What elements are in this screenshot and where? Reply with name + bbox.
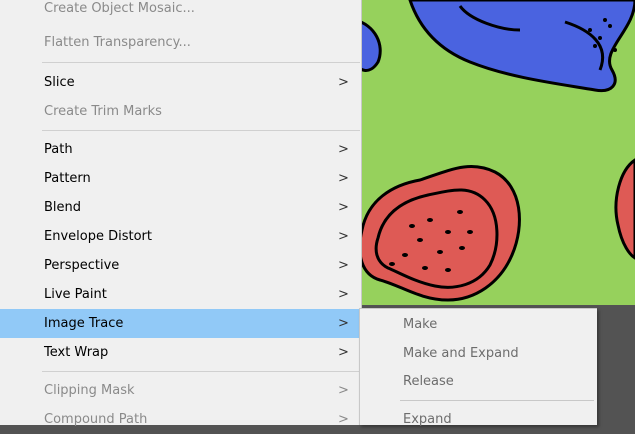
menu-item-label: Image Trace bbox=[44, 316, 124, 331]
menu-item-clipping-mask[interactable]: Clipping Mask > bbox=[0, 376, 361, 405]
chevron-right-icon: > bbox=[338, 287, 349, 302]
menu-item-label: Flatten Transparency... bbox=[44, 35, 191, 50]
menu-item-label: Clipping Mask bbox=[44, 383, 135, 398]
menu-item-label: Text Wrap bbox=[44, 345, 109, 360]
menu-item-label: Envelope Distort bbox=[44, 229, 152, 244]
image-trace-submenu: Make Make and Expand Release Expand bbox=[359, 308, 597, 427]
submenu-item-make[interactable]: Make bbox=[360, 310, 596, 339]
menu-item-text-wrap[interactable]: Text Wrap > bbox=[0, 338, 361, 367]
chevron-right-icon: > bbox=[338, 229, 349, 244]
chevron-right-icon: > bbox=[338, 412, 349, 427]
menu-item-label: Pattern bbox=[44, 171, 91, 186]
menu-item-slice[interactable]: Slice > bbox=[0, 68, 361, 97]
object-menu: Create Object Mosaic... Flatten Transpar… bbox=[0, 0, 362, 427]
submenu-item-label: Make and Expand bbox=[403, 346, 519, 361]
chevron-right-icon: > bbox=[338, 316, 349, 331]
menu-item-create-object-mosaic[interactable]: Create Object Mosaic... bbox=[0, 0, 361, 21]
menu-item-path[interactable]: Path > bbox=[0, 135, 361, 164]
menu-item-pattern[interactable]: Pattern > bbox=[0, 164, 361, 193]
menu-item-label: Slice bbox=[44, 75, 75, 90]
menu-separator bbox=[42, 130, 360, 131]
menu-item-flatten-transparency[interactable]: Flatten Transparency... bbox=[0, 28, 361, 57]
submenu-item-label: Make bbox=[403, 317, 438, 332]
menu-item-label: Live Paint bbox=[44, 287, 107, 302]
menu-item-label: Compound Path bbox=[44, 412, 148, 427]
menu-item-live-paint[interactable]: Live Paint > bbox=[0, 280, 361, 309]
submenu-separator bbox=[400, 400, 594, 401]
menu-item-label: Create Object Mosaic... bbox=[44, 1, 195, 16]
chevron-right-icon: > bbox=[338, 200, 349, 215]
submenu-item-label: Expand bbox=[403, 412, 452, 427]
submenu-item-make-and-expand[interactable]: Make and Expand bbox=[360, 339, 596, 368]
menu-item-blend[interactable]: Blend > bbox=[0, 193, 361, 222]
menu-separator bbox=[42, 62, 360, 63]
chevron-right-icon: > bbox=[338, 383, 349, 398]
menu-item-create-trim-marks[interactable]: Create Trim Marks bbox=[0, 97, 361, 126]
chevron-right-icon: > bbox=[338, 142, 349, 157]
menu-item-label: Perspective bbox=[44, 258, 120, 273]
submenu-item-label: Release bbox=[403, 374, 454, 389]
menu-item-perspective[interactable]: Perspective > bbox=[0, 251, 361, 280]
submenu-item-expand[interactable]: Expand bbox=[360, 405, 596, 434]
submenu-item-release[interactable]: Release bbox=[360, 367, 596, 396]
menu-item-compound-path[interactable]: Compound Path > bbox=[0, 405, 361, 434]
chevron-right-icon: > bbox=[338, 345, 349, 360]
menu-item-label: Path bbox=[44, 142, 73, 157]
menu-item-image-trace[interactable]: Image Trace > bbox=[0, 309, 361, 338]
menu-item-envelope-distort[interactable]: Envelope Distort > bbox=[0, 222, 361, 251]
chevron-right-icon: > bbox=[338, 258, 349, 273]
chevron-right-icon: > bbox=[338, 75, 349, 90]
menu-item-label: Blend bbox=[44, 200, 82, 215]
menu-item-label: Create Trim Marks bbox=[44, 104, 162, 119]
chevron-right-icon: > bbox=[338, 171, 349, 186]
menu-separator bbox=[42, 371, 360, 372]
